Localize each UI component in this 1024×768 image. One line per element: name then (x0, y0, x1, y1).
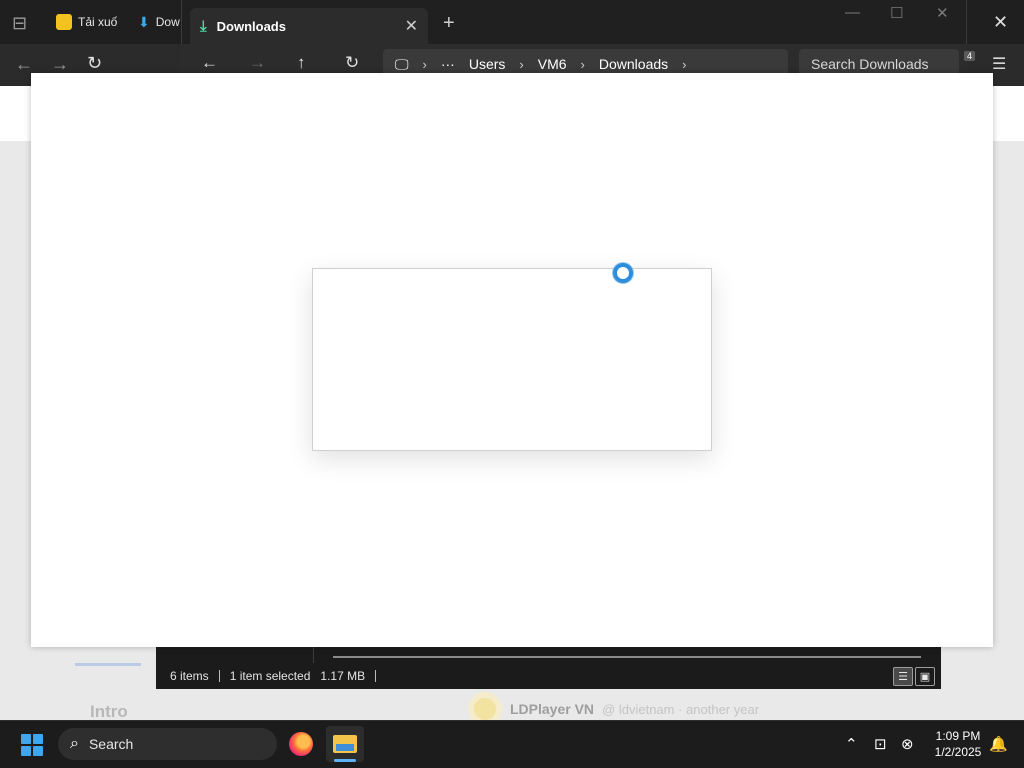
details-view-icon: ☰ (898, 671, 908, 683)
active-tab-underline (75, 663, 141, 666)
firefox-icon (289, 732, 313, 756)
volume-muted-icon[interactable]: ⊗ (901, 735, 914, 753)
tab-actions-icon[interactable]: ⊟ (12, 14, 27, 32)
browser-reload-icon[interactable]: ↻ (87, 54, 102, 72)
chevron-right-icon: › (580, 56, 585, 72)
selection-size: 1.17 MB (320, 669, 366, 683)
start-button[interactable] (21, 734, 43, 756)
browser-tab-label: Tải xuố (78, 15, 118, 29)
explorer-tab-title: Downloads (216, 18, 286, 34)
chevron-up-icon[interactable]: ⌃ (845, 735, 858, 753)
details-view-button[interactable]: ☰ (893, 667, 913, 686)
ldplayer-favicon-icon (56, 14, 72, 30)
up-icon[interactable]: ↑ (297, 53, 306, 73)
maximize-icon[interactable]: ☐ (890, 4, 903, 22)
this-pc-icon: 🖵 (395, 55, 409, 72)
busy-cursor-icon (613, 263, 633, 283)
tiles-view-icon: ▣ (919, 671, 931, 683)
pane-divider[interactable] (313, 647, 314, 663)
tiles-view-button[interactable]: ▣ (915, 667, 935, 686)
chevron-right-icon: › (519, 56, 524, 72)
breadcrumb-users[interactable]: Users (469, 56, 506, 72)
browser-forward-icon[interactable]: → (51, 55, 69, 73)
windows-logo-icon (33, 734, 43, 744)
clock[interactable]: 1:09 PM 1/2/2025 (927, 728, 989, 760)
intro-label[interactable]: Intro (90, 702, 128, 722)
menu-icon[interactable]: ☰ (992, 54, 1006, 74)
browser-tab-download[interactable]: ⬇ Dow (138, 0, 180, 44)
file-explorer-icon (333, 735, 357, 753)
taskbar-search[interactable]: ⌕ Search (58, 728, 277, 760)
status-separator (375, 670, 377, 682)
new-tab-icon[interactable]: + (443, 12, 455, 35)
refresh-icon[interactable]: ↻ (345, 53, 359, 73)
close-tab-icon[interactable]: ✕ (405, 16, 418, 36)
breadcrumb-vm6[interactable]: VM6 (538, 56, 567, 72)
download-favicon-icon: ⬇ (138, 13, 150, 30)
windows-logo-icon (33, 746, 43, 756)
status-separator (218, 670, 220, 682)
back-icon[interactable]: ← (201, 53, 218, 73)
status-bar: 6 items 1 item selected 1.17 MB (170, 669, 377, 683)
explorer-tab-downloads[interactable]: ⤓ Downloads ✕ (190, 8, 428, 44)
selection-count: 1 item selected (229, 669, 311, 683)
windows-logo-icon (21, 746, 31, 756)
taskbar-firefox[interactable] (282, 726, 320, 762)
channel-name[interactable]: LDPlayer VN (510, 701, 594, 717)
clock-time: 1:09 PM (935, 729, 981, 743)
clock-date: 1/2/2025 (934, 745, 982, 759)
notification-bell-icon[interactable]: 🔔 (989, 735, 1008, 753)
windows-logo-icon (21, 734, 31, 744)
notification-badge: 4 (964, 51, 976, 61)
close-window-icon[interactable]: ✕ (936, 4, 949, 22)
more-icon[interactable]: ··· (441, 56, 455, 72)
item-count: 6 items (170, 669, 209, 683)
forward-icon[interactable]: → (249, 53, 266, 73)
channel-sub: @ ldvietnam · another year (602, 701, 760, 717)
horizontal-scrollbar[interactable] (333, 656, 921, 658)
loading-dialog-content (312, 268, 712, 451)
breadcrumb-downloads[interactable]: Downloads (599, 56, 668, 72)
minimize-icon[interactable]: — (845, 4, 860, 21)
downloads-icon: ⤓ (200, 17, 207, 35)
network-icon[interactable]: ⊡ (874, 735, 887, 753)
taskbar-search-label: Search (88, 736, 134, 752)
browser-tab-ldplayer[interactable]: Tải xuố (56, 0, 117, 44)
chevron-right-icon: › (682, 56, 687, 72)
desktop-screen: { "browser": { "tabs": [ {"label": "Tải … (0, 0, 1024, 768)
browser-back-icon[interactable]: ← (15, 55, 33, 73)
active-app-indicator (334, 759, 356, 762)
taskbar-file-explorer[interactable] (326, 726, 364, 762)
search-icon: ⌕ (70, 735, 79, 752)
chevron-right-icon: › (422, 56, 427, 72)
browser-close-icon[interactable]: ✕ (993, 13, 1008, 31)
browser-tab-label: Dow (155, 15, 180, 29)
